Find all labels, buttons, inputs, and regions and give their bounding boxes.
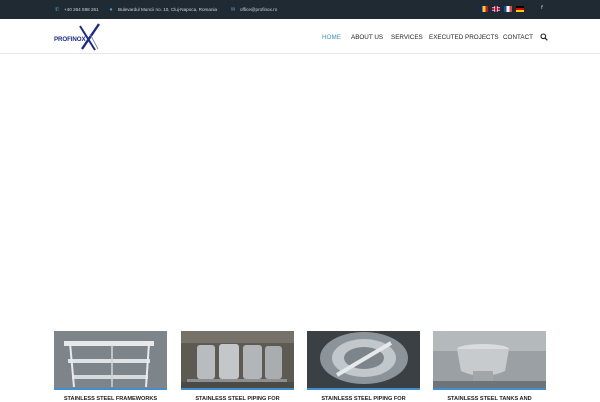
address-text: Bulevardul Muncii no. 10, Cluj-Napoca, R… — [118, 7, 218, 12]
flag-fr-icon[interactable] — [504, 6, 512, 12]
card-image — [181, 331, 294, 388]
map-pin-icon: ● — [109, 6, 113, 13]
phone-icon: ✆ — [54, 6, 60, 13]
nav-about-us[interactable]: ABOUT US — [351, 34, 383, 42]
project-card[interactable]: STAINLESS STEEL PIPING FOR — [307, 331, 420, 402]
card-title: STAINLESS STEEL FRAMEWORKS — [63, 396, 158, 402]
facebook-icon[interactable]: f — [541, 5, 543, 11]
hero-slider — [0, 55, 600, 330]
logo-x-icon — [79, 23, 100, 51]
language-switcher — [480, 6, 524, 12]
card-accent-bar — [433, 388, 546, 390]
card-accent-bar — [307, 388, 420, 390]
card-image — [54, 331, 167, 388]
flag-ro-icon[interactable] — [480, 6, 488, 12]
card-title: STAINLESS STEEL PIPING FOR — [321, 396, 406, 402]
envelope-icon: ✉ — [230, 6, 236, 13]
card-accent-bar — [181, 388, 294, 390]
email-info[interactable]: ✉ office@profinox.ro — [230, 5, 278, 14]
card-accent-bar — [54, 388, 167, 390]
search-icon[interactable] — [540, 33, 548, 41]
phone-info[interactable]: ✆ +40 264 598 261 — [54, 5, 99, 14]
main-header: PROFINOX HOME ABOUT US SERVICES EXECUTED… — [0, 19, 600, 54]
nav-services[interactable]: SERVICES — [391, 34, 423, 42]
top-bar: ✆ +40 264 598 261 ● Bulevardul Muncii no… — [0, 0, 600, 19]
project-card[interactable]: STAINLESS STEEL FRAMEWORKS — [54, 331, 167, 402]
nav-home[interactable]: HOME — [322, 34, 341, 42]
card-image — [433, 331, 546, 388]
project-card[interactable]: STAINLESS STEEL TANKS AND — [433, 331, 546, 402]
phone-text: +40 264 598 261 — [64, 7, 99, 12]
logo[interactable]: PROFINOX — [54, 23, 100, 51]
nav-executed-projects[interactable]: EXECUTED PROJECTS — [429, 34, 499, 42]
nav-contact[interactable]: CONTACT — [503, 34, 533, 42]
card-image — [307, 331, 420, 388]
card-title: STAINLESS STEEL PIPING FOR — [195, 396, 280, 402]
card-title: STAINLESS STEEL TANKS AND — [447, 396, 532, 402]
flag-de-icon[interactable] — [516, 6, 524, 12]
email-text: office@profinox.ro — [240, 7, 278, 12]
address-info: ● Bulevardul Muncii no. 10, Cluj-Napoca,… — [108, 5, 217, 14]
flag-en-icon[interactable] — [492, 6, 500, 12]
project-card[interactable]: STAINLESS STEEL PIPING FOR — [181, 331, 294, 402]
